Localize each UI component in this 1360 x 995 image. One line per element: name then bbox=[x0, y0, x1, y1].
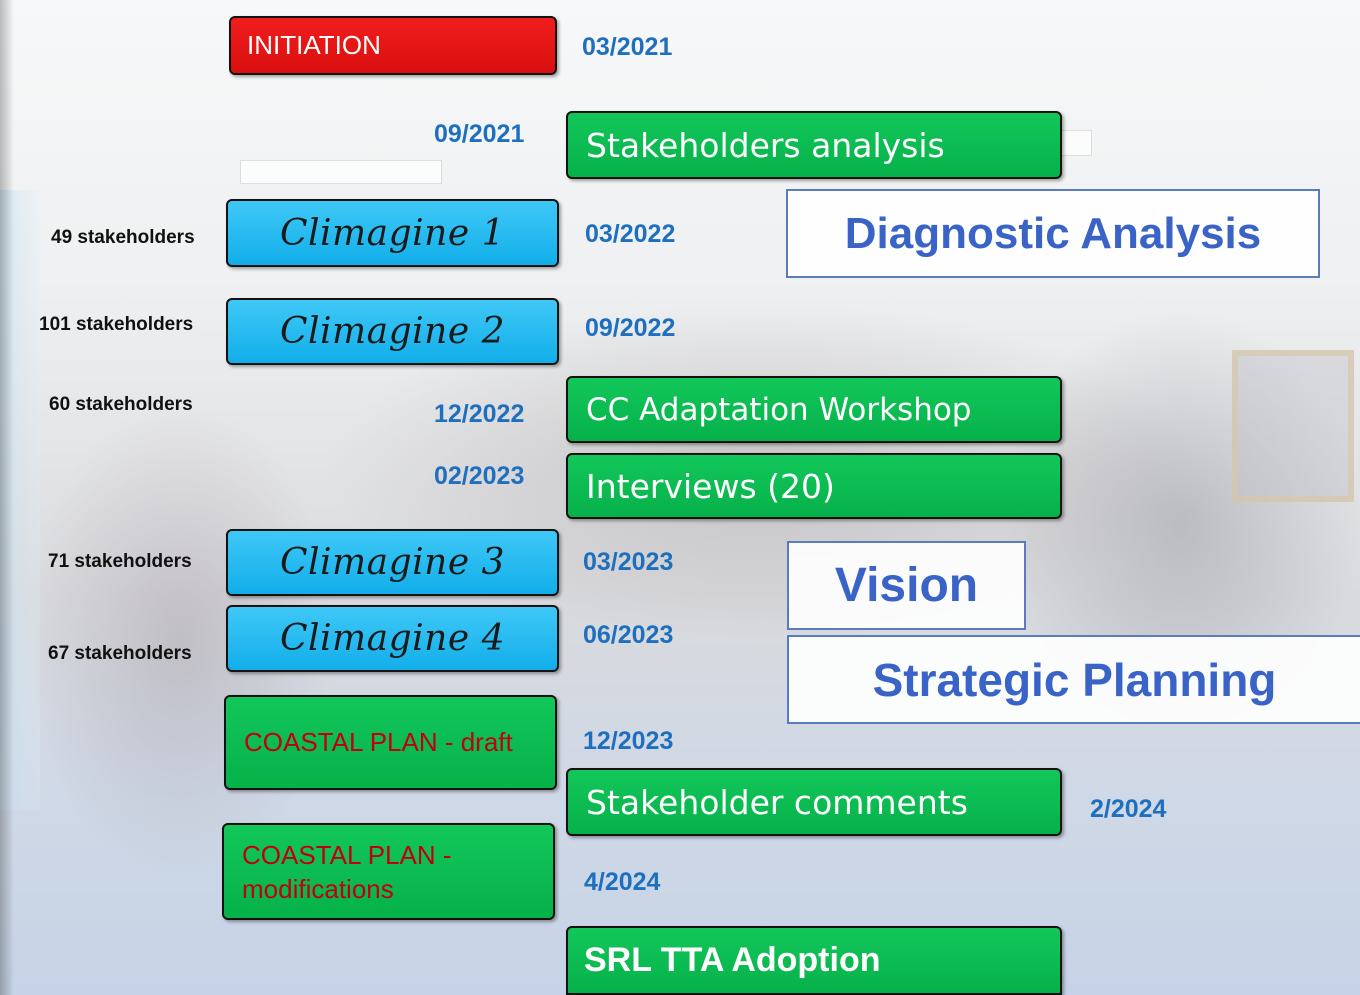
date-coastal-plan-draft: 12/2023 bbox=[583, 727, 674, 755]
climagine-4-label: Climagine 4 bbox=[279, 618, 506, 659]
phase-vision: Vision bbox=[787, 541, 1026, 630]
date-interviews: 02/2023 bbox=[434, 462, 525, 490]
date-stakeholder-comments: 2/2024 bbox=[1090, 795, 1167, 823]
adoption-box: SRL TTA Adoption bbox=[566, 926, 1062, 995]
interviews-label: Interviews (20) bbox=[586, 466, 835, 506]
date-climagine-2: 09/2022 bbox=[585, 314, 676, 342]
date-stakeholders-analysis: 09/2021 bbox=[434, 120, 525, 148]
stakeholder-comments-label: Stakeholder comments bbox=[586, 782, 968, 822]
initiation-box: INITIATION bbox=[229, 16, 557, 75]
count-climagine-1: 49 stakeholders bbox=[51, 227, 195, 248]
adoption-label: SRL TTA Adoption bbox=[584, 941, 881, 979]
climagine-1-box: Climagine 1 bbox=[226, 199, 559, 267]
stakeholder-comments-box: Stakeholder comments bbox=[566, 768, 1062, 836]
cc-workshop-box: CC Adaptation Workshop bbox=[566, 376, 1062, 443]
cc-workshop-label: CC Adaptation Workshop bbox=[586, 391, 972, 428]
climagine-4-box: Climagine 4 bbox=[226, 605, 559, 672]
stakeholders-analysis-box: Stakeholders analysis bbox=[566, 111, 1062, 179]
date-climagine-1: 03/2022 bbox=[585, 220, 676, 248]
coastal-plan-modifications-label: COASTAL PLAN - modifications bbox=[224, 825, 452, 907]
stakeholders-analysis-label: Stakeholders analysis bbox=[586, 125, 945, 165]
climagine-2-box: Climagine 2 bbox=[226, 298, 559, 365]
climagine-1-label: Climagine 1 bbox=[279, 212, 506, 254]
date-initiation: 03/2021 bbox=[582, 33, 673, 61]
phase-diagnostic-analysis: Diagnostic Analysis bbox=[786, 189, 1320, 278]
date-climagine-3: 03/2023 bbox=[583, 548, 674, 576]
portrait-frame bbox=[1232, 350, 1354, 502]
ceiling-lamp bbox=[240, 160, 442, 184]
date-cc-workshop: 12/2022 bbox=[434, 400, 525, 428]
phase-strategic-planning: Strategic Planning bbox=[787, 635, 1360, 724]
interviews-box: Interviews (20) bbox=[566, 453, 1062, 519]
climagine-3-label: Climagine 3 bbox=[279, 542, 506, 583]
edge-shadow bbox=[0, 0, 14, 995]
coastal-plan-modifications-line2: modifications bbox=[242, 873, 394, 904]
count-cc-workshop: 60 stakeholders bbox=[49, 394, 193, 415]
count-climagine-4: 67 stakeholders bbox=[48, 643, 192, 664]
coastal-plan-draft-box: COASTAL PLAN - draft bbox=[224, 695, 557, 790]
coastal-plan-modifications-line1: COASTAL PLAN - bbox=[242, 840, 452, 870]
initiation-label: INITIATION bbox=[247, 30, 381, 60]
coastal-plan-modifications-box: COASTAL PLAN - modifications bbox=[222, 823, 555, 920]
date-coastal-plan-modifications: 4/2024 bbox=[584, 868, 661, 896]
coastal-plan-draft-label: COASTAL PLAN - draft bbox=[244, 726, 513, 757]
count-climagine-2: 101 stakeholders bbox=[39, 314, 194, 335]
climagine-2-label: Climagine 2 bbox=[279, 311, 506, 352]
count-climagine-3: 71 stakeholders bbox=[48, 551, 192, 572]
climagine-3-box: Climagine 3 bbox=[226, 529, 559, 596]
date-climagine-4: 06/2023 bbox=[583, 621, 674, 649]
